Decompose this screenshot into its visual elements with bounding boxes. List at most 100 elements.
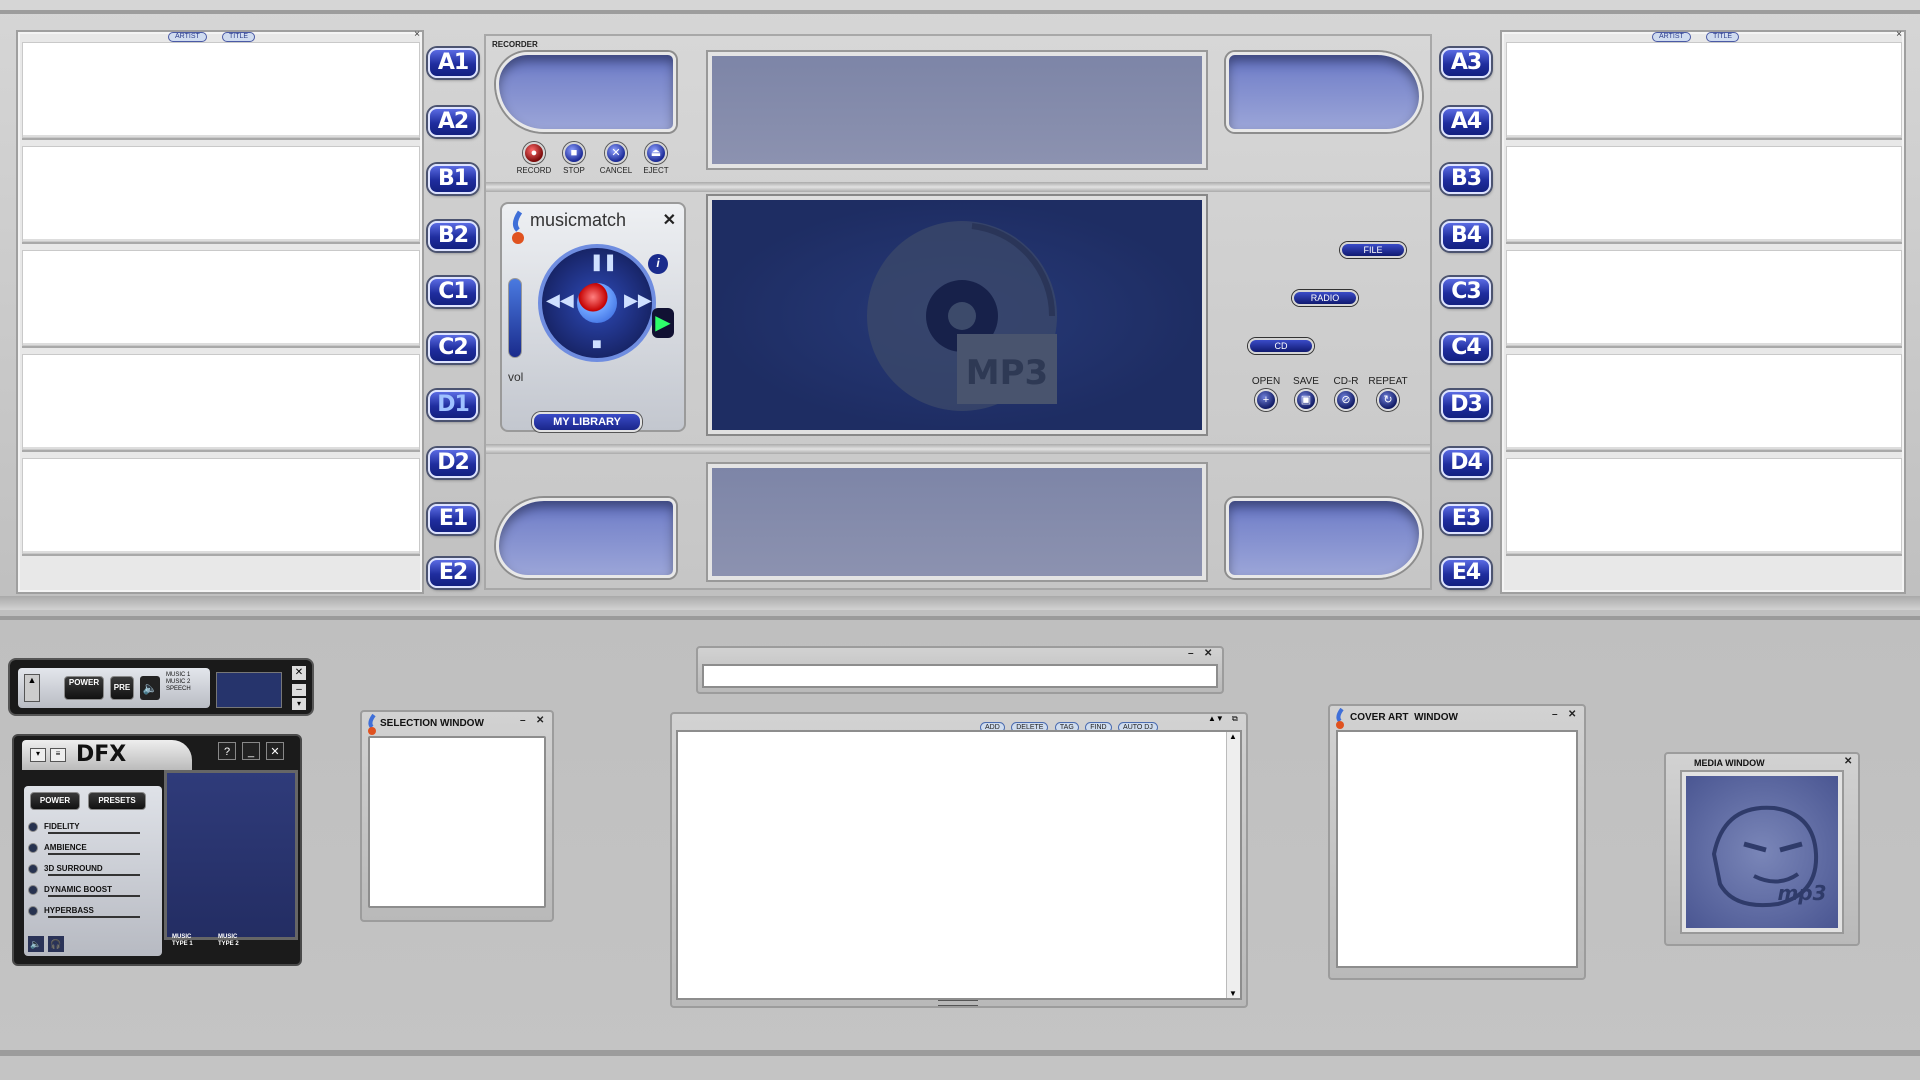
menu-up-icon[interactable]: ▲ (24, 674, 40, 702)
player-close-icon[interactable]: ✕ (663, 210, 676, 230)
stop-button[interactable]: ■ STOP (554, 142, 594, 175)
speaker-icon[interactable]: 🔈 (28, 936, 44, 952)
close-icon[interactable]: ✕ (1844, 756, 1852, 767)
cd-source-button[interactable]: CD (1248, 338, 1314, 354)
dfx-row-hyperbass[interactable]: HYPERBASS (28, 900, 158, 921)
surround-slider[interactable] (48, 874, 140, 876)
fast-forward-icon[interactable]: ▶▶ (624, 290, 652, 311)
close-icon[interactable]: × (414, 29, 420, 40)
eject-button[interactable]: ⏏ EJECT (636, 142, 676, 175)
list-slot[interactable] (1506, 354, 1902, 450)
music-type2-toggle[interactable]: MUSIC TYPE 2 (218, 934, 254, 948)
boost-slider[interactable] (48, 895, 140, 897)
save-action[interactable]: SAVE ▣ (1286, 376, 1326, 411)
rewind-icon[interactable]: ◀◀ (546, 290, 574, 311)
scroll-down-arrow-icon[interactable]: ▼ (1229, 989, 1237, 998)
dfx-menu-icon[interactable]: ▾ (30, 748, 46, 762)
speaker-icon[interactable]: 🔈 (140, 676, 160, 700)
list-slot[interactable] (22, 354, 420, 450)
list-slot[interactable] (1506, 458, 1902, 554)
slot-badge-b3[interactable]: B3 (1441, 164, 1491, 194)
slot-badge-a1[interactable]: A1 (428, 48, 478, 78)
slot-badge-d4[interactable]: D4 (1441, 448, 1491, 478)
list-slot[interactable] (22, 458, 420, 554)
mini-pre-button[interactable]: PRE (110, 676, 134, 700)
dfx-list-icon[interactable]: ≡ (50, 748, 66, 762)
minimize-icon[interactable]: _ (242, 742, 260, 760)
help-icon[interactable]: ? (218, 742, 236, 760)
close-icon[interactable]: ✕ (536, 715, 544, 726)
dfx-row-3d-surround[interactable]: 3D SURROUND (28, 858, 158, 879)
info-icon[interactable]: i (648, 254, 668, 274)
fidelity-slider[interactable] (48, 832, 140, 834)
close-icon[interactable]: × (1896, 29, 1902, 40)
slot-badge-c2[interactable]: C2 (428, 333, 478, 363)
slot-badge-e4[interactable]: E4 (1441, 558, 1491, 588)
dfx-row-dynamic-boost[interactable]: DYNAMIC BOOST (28, 879, 158, 900)
minimize-icon[interactable]: – (520, 715, 526, 726)
resize-icon[interactable]: ⧉ (1232, 714, 1238, 724)
dfx-presets-button[interactable]: PRESETS (88, 792, 146, 810)
slot-badge-a2[interactable]: A2 (428, 107, 478, 137)
playlist-scrollbar[interactable]: ▲ ▼ (1226, 732, 1240, 998)
drag-handle-icon[interactable] (938, 1000, 978, 1006)
slot-badge-e2[interactable]: E2 (428, 558, 478, 588)
slot-badge-c1[interactable]: C1 (428, 277, 478, 307)
artist-sort-tab[interactable]: ARTIST (1652, 32, 1691, 42)
list-slot[interactable] (1506, 146, 1902, 242)
dfx-row-ambience[interactable]: AMBIENCE (28, 837, 158, 858)
selection-window-body[interactable] (368, 736, 546, 908)
list-slot[interactable] (1506, 250, 1902, 346)
list-slot[interactable] (22, 146, 420, 242)
headphones-icon[interactable]: 🎧 (48, 936, 64, 952)
scroll-up-icon[interactable]: ▲▼ (1208, 714, 1224, 723)
file-source-button[interactable]: FILE (1340, 242, 1406, 258)
pause-icon[interactable]: ❚❚ (590, 252, 617, 272)
slot-badge-e1[interactable]: E1 (428, 504, 478, 534)
slot-badge-b4[interactable]: B4 (1441, 221, 1491, 251)
playlist-body[interactable]: ▲ ▼ (676, 730, 1242, 1000)
mode-speech[interactable]: SPEECH (166, 686, 191, 693)
transport-wheel[interactable]: ❚❚ ◀◀ ▶▶ ■ (538, 244, 656, 362)
minimize-icon[interactable]: – (292, 684, 306, 696)
slot-badge-a3[interactable]: A3 (1441, 48, 1491, 78)
stop-icon[interactable]: ■ (592, 336, 602, 354)
ambience-slider[interactable] (48, 853, 140, 855)
ambience-knob-icon[interactable] (28, 842, 38, 853)
minimize-icon[interactable]: – (1552, 709, 1558, 720)
slot-badge-c3[interactable]: C3 (1441, 277, 1491, 307)
list-slot[interactable] (22, 42, 420, 138)
slot-badge-d1[interactable]: D1 (428, 390, 478, 420)
fidelity-knob-icon[interactable] (28, 821, 38, 832)
radio-source-button[interactable]: RADIO (1292, 290, 1358, 306)
search-input[interactable] (702, 664, 1218, 688)
mode-music1[interactable]: MUSIC 1 (166, 672, 191, 679)
cd-r-action[interactable]: CD-R ⊘ (1326, 376, 1366, 411)
list-slot[interactable] (22, 250, 420, 346)
scroll-up-arrow-icon[interactable]: ▲ (1229, 732, 1237, 741)
close-icon[interactable]: ✕ (1568, 709, 1576, 720)
surround-knob-icon[interactable] (28, 863, 38, 874)
slot-badge-b1[interactable]: B1 (428, 164, 478, 194)
dfx-power-button[interactable]: POWER (30, 792, 80, 810)
expand-icon[interactable]: ▾ (292, 698, 306, 710)
dfx-row-fidelity[interactable]: FIDELITY (28, 816, 158, 837)
boost-knob-icon[interactable] (28, 884, 38, 895)
artist-sort-tab[interactable]: ARTIST (168, 32, 207, 42)
title-sort-tab[interactable]: TITLE (1706, 32, 1740, 42)
minimize-icon[interactable]: – (1188, 648, 1194, 659)
slot-badge-c4[interactable]: C4 (1441, 333, 1491, 363)
mini-power-button[interactable]: POWER (64, 676, 104, 700)
play-stop-center-icon[interactable] (577, 283, 617, 323)
open-action[interactable]: OPEN + (1246, 376, 1286, 411)
mode-music2[interactable]: MUSIC 2 (166, 679, 191, 686)
cancel-button[interactable]: ✕ CANCEL (594, 142, 638, 175)
slot-badge-d3[interactable]: D3 (1441, 390, 1491, 420)
repeat-action[interactable]: REPEAT ↻ (1364, 376, 1412, 411)
hyperbass-knob-icon[interactable] (28, 905, 38, 916)
slot-badge-d2[interactable]: D2 (428, 448, 478, 478)
slot-badge-b2[interactable]: B2 (428, 221, 478, 251)
close-icon[interactable]: ✕ (266, 742, 284, 760)
slot-badge-e3[interactable]: E3 (1441, 504, 1491, 534)
record-button[interactable]: ● RECORD (514, 142, 554, 175)
